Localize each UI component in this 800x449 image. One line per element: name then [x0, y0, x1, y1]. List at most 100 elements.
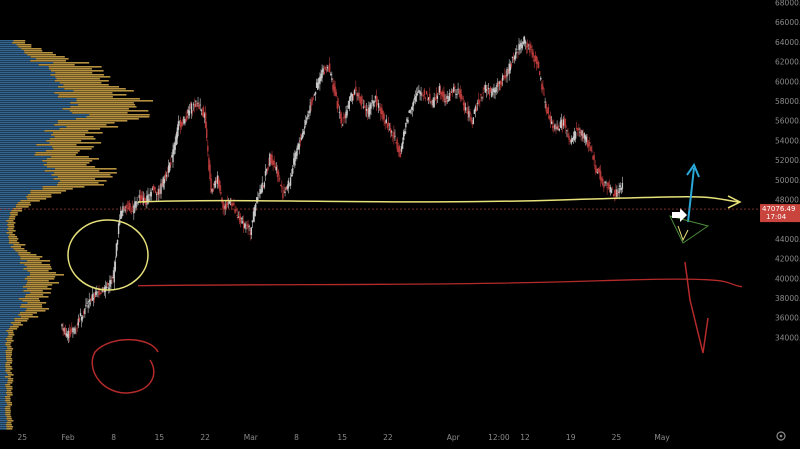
candle-body — [239, 216, 242, 223]
volume-bar-up — [0, 226, 9, 228]
volume-bar-down — [19, 312, 37, 314]
candle-body — [78, 317, 81, 323]
candle-body — [280, 184, 282, 187]
volume-bar-down — [9, 240, 18, 242]
volume-bar-up — [0, 174, 52, 176]
candle-body — [291, 168, 294, 174]
volume-bar-down — [45, 150, 80, 152]
volume-bar-down — [5, 392, 13, 394]
volume-bar-down — [5, 410, 11, 412]
candle-body — [604, 181, 606, 183]
volume-bar-up — [0, 170, 45, 172]
volume-bar-up — [0, 290, 24, 292]
volume-bar-down — [35, 58, 69, 60]
volume-bar-down — [35, 152, 78, 154]
volume-bar-up — [0, 328, 9, 330]
volume-bar-up — [0, 122, 58, 124]
candle-body — [361, 99, 364, 101]
volume-bar-down — [56, 78, 100, 80]
volume-bar-down — [6, 372, 12, 374]
volume-bar-up — [0, 394, 7, 396]
volume-bar-down — [5, 362, 12, 364]
volume-bar-down — [8, 328, 18, 330]
volume-bar-down — [59, 82, 102, 84]
candle-body — [447, 100, 449, 102]
volume-bar-up — [0, 218, 9, 220]
volume-bar-up — [0, 86, 58, 88]
candle-body — [469, 112, 471, 115]
candle-body — [529, 44, 531, 53]
volume-bar-up — [0, 194, 28, 196]
volume-bar-up — [0, 40, 14, 42]
candle-body — [398, 145, 401, 153]
volume-bar-up — [0, 336, 8, 338]
volume-bar-up — [0, 98, 77, 100]
candle-body — [500, 81, 503, 85]
volume-bar-down — [53, 178, 96, 180]
candle-body — [521, 44, 523, 49]
candle-body — [255, 203, 257, 211]
volume-bar-down — [5, 368, 13, 370]
volume-bar-down — [26, 308, 49, 310]
price-chart[interactable]: 34000.00 36000.00 38000.00 40000.00 42000.00… — [0, 0, 800, 445]
candle-body — [389, 128, 392, 133]
volume-bar-up — [0, 138, 50, 140]
volume-bar-down — [5, 412, 11, 414]
volume-bar-down — [7, 420, 14, 422]
volume-bar-up — [0, 62, 54, 64]
volume-bar-up — [0, 70, 51, 72]
y-tick-label: 50000.00 — [775, 176, 800, 185]
candle-body — [153, 187, 156, 190]
volume-bar-up — [0, 330, 7, 332]
volume-bar-down — [20, 256, 43, 258]
volume-bar-up — [0, 212, 10, 214]
candle-body — [197, 103, 199, 104]
volume-bar-up — [0, 106, 71, 108]
volume-bar-down — [27, 280, 49, 282]
volume-bar-down — [8, 226, 15, 228]
time-axis[interactable] — [0, 430, 800, 445]
last-price-label: 47076.49 — [762, 205, 795, 213]
candle-body — [449, 93, 452, 96]
volume-bar-down — [6, 428, 13, 430]
candle-body — [309, 105, 311, 113]
volume-bar-up — [0, 48, 22, 50]
volume-bar-up — [0, 200, 21, 202]
volume-bar-down — [9, 216, 16, 218]
volume-bar-up — [0, 50, 24, 52]
candle-body — [305, 120, 307, 126]
candle-body — [298, 143, 300, 150]
volume-bar-down — [29, 272, 57, 274]
volume-bar-down — [15, 206, 29, 208]
candle-body — [290, 174, 293, 177]
volume-bar-up — [0, 186, 43, 188]
candle-body — [284, 191, 286, 193]
volume-bar-down — [44, 130, 89, 132]
volume-bar-down — [6, 390, 12, 392]
candle-body — [258, 194, 260, 196]
volume-bar-up — [0, 252, 18, 254]
volume-bar-up — [0, 300, 23, 302]
volume-bar-down — [22, 300, 40, 302]
volume-bar-down — [7, 374, 14, 376]
chart-area[interactable]: 34000.00 36000.00 38000.00 40000.00 42000.00… — [0, 0, 800, 445]
volume-bar-up — [0, 288, 27, 290]
volume-bar-down — [13, 40, 26, 42]
candle-body — [412, 101, 415, 106]
volume-bar-up — [0, 164, 44, 166]
volume-bar-down — [58, 94, 127, 96]
candle-body — [593, 154, 595, 161]
volume-bar-down — [20, 200, 40, 202]
volume-bar-down — [6, 402, 12, 404]
candle-body — [165, 174, 168, 177]
volume-bar-up — [0, 342, 6, 344]
candle-body — [605, 182, 607, 184]
volume-bar-up — [0, 192, 31, 194]
volume-bar-down — [46, 162, 90, 164]
volume-bar-down — [27, 198, 47, 200]
volume-bar-up — [0, 378, 8, 380]
volume-bar-down — [5, 396, 11, 398]
volume-bar-up — [0, 306, 20, 308]
volume-bar-down — [57, 120, 128, 122]
volume-bar-up — [0, 236, 9, 238]
